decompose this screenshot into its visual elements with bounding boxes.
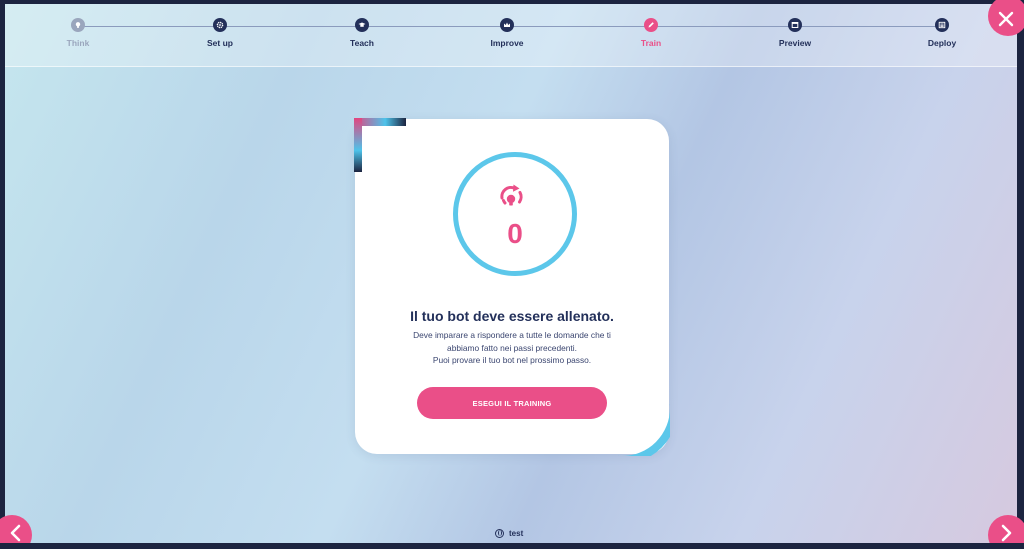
step-teach[interactable]: Teach [312,18,412,48]
bot-name: test [509,528,524,538]
progress-stepper: Think Set up Teach Improve Train Preview… [5,4,1017,66]
window-bottom-edge [0,543,1024,549]
step-set-up[interactable]: Set up [170,18,270,48]
crown-icon [500,18,514,32]
close-icon [998,11,1014,27]
description-line: Puoi provare il tuo bot nel prossimo pas… [432,355,592,365]
card-corner-decoration [354,118,406,172]
step-improve[interactable]: Improve [457,18,557,48]
card-title: Il tuo bot deve essere allenato. [410,308,614,324]
pencil-icon [644,18,658,32]
card-description: Deve imparare a rispondere a tutte le do… [385,329,639,367]
app-frame: Think Set up Teach Improve Train Preview… [5,4,1017,543]
step-label: Teach [350,38,374,48]
run-training-button[interactable]: ESEGUI IL TRAINING [417,387,607,419]
training-count: 0 [507,218,523,249]
close-button[interactable] [988,0,1024,36]
step-label: Set up [207,38,233,48]
step-label: Deploy [927,38,957,48]
step-label: Improve [490,38,524,48]
step-label: Train [640,38,662,48]
globe-icon [495,528,504,538]
step-deploy[interactable]: Deploy [892,18,992,48]
step-label: Preview [778,38,812,48]
list-icon [935,18,949,32]
step-label: Think [66,38,90,48]
step-preview[interactable]: Preview [745,18,845,48]
step-think[interactable]: Think [28,18,128,48]
description-line: Deve imparare a rispondere a tutte le do… [413,330,611,340]
bot-footer: test [495,527,523,539]
chevron-left-icon [10,524,21,542]
chevron-right-icon [1001,524,1012,542]
gear-icon [213,18,227,32]
card-corner-arc [618,404,670,456]
window-icon [788,18,802,32]
graduation-cap-icon [355,18,369,32]
description-line: abbiamo fatto nei passi precedenti. [447,342,577,353]
lightbulb-icon [71,18,85,32]
step-train[interactable]: Train [601,18,701,48]
refresh-lightbulb-icon [493,178,529,214]
